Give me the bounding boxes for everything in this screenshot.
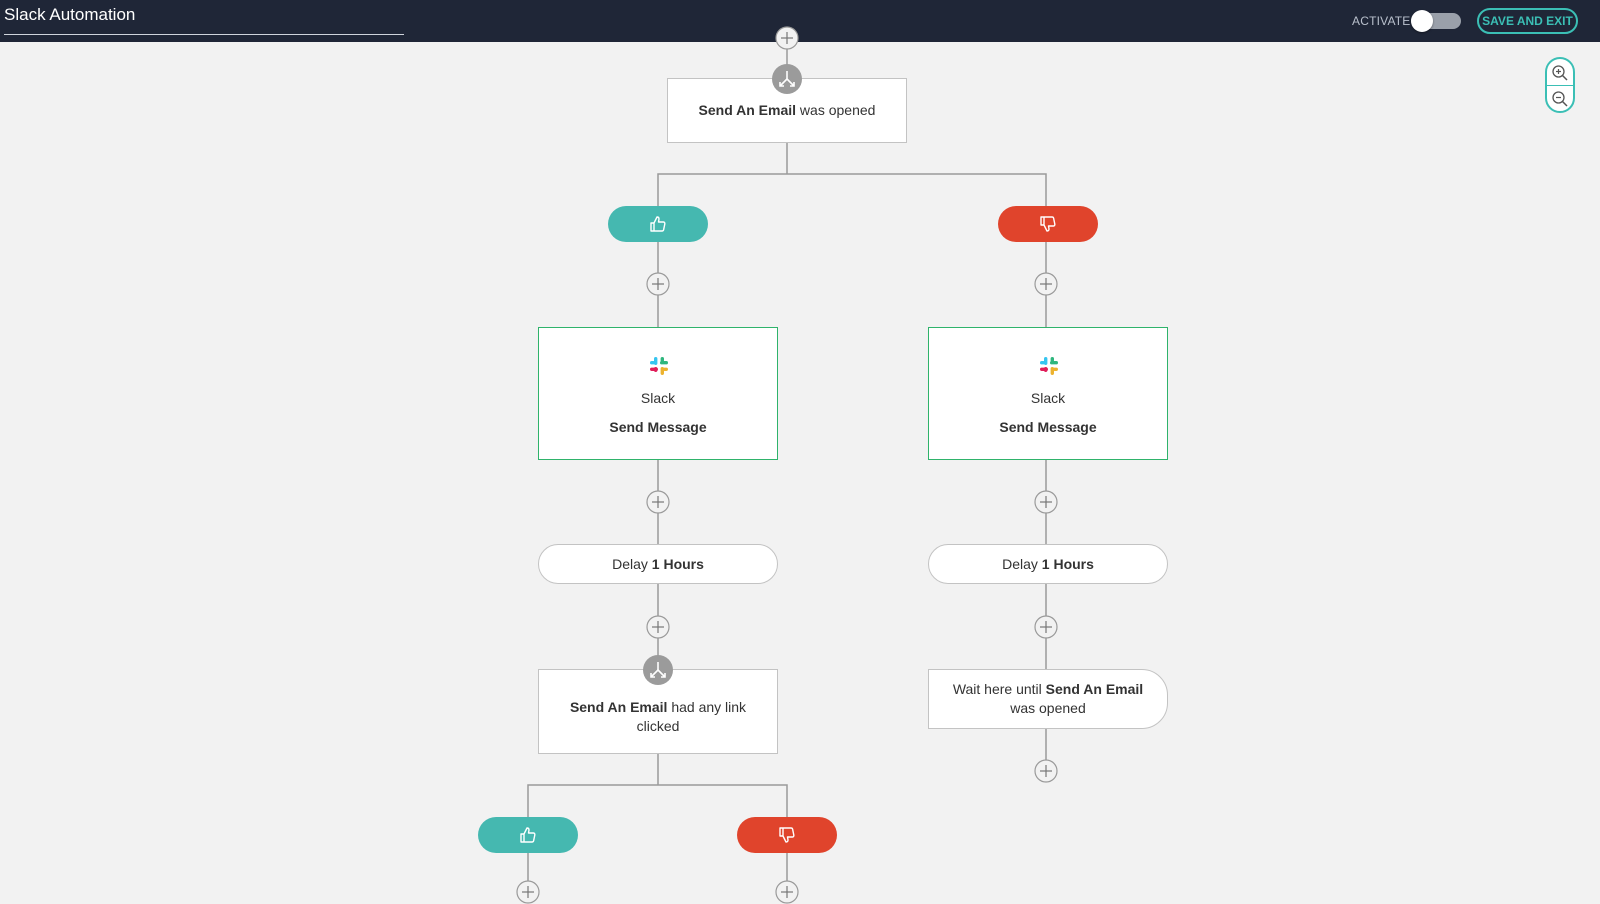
delay-step-right[interactable]: Delay 1 Hours [928, 544, 1168, 584]
thumbs-down-icon [1040, 216, 1056, 232]
add-step-button[interactable] [516, 880, 540, 904]
split-icon [643, 655, 673, 685]
add-step-button[interactable] [646, 615, 670, 639]
add-step-button[interactable] [1034, 490, 1058, 514]
add-step-button[interactable] [1034, 759, 1058, 783]
delay-text: Delay 1 Hours [612, 556, 704, 572]
add-step-button[interactable] [1034, 272, 1058, 296]
no-branch-button[interactable] [737, 817, 837, 853]
yes-branch-button[interactable] [608, 206, 708, 242]
condition-text: Send An Email was opened [698, 102, 876, 118]
add-step-button[interactable] [1034, 615, 1058, 639]
condition-text: Send An Email had any link clicked [569, 698, 747, 734]
yes-branch-button[interactable] [478, 817, 578, 853]
add-step-button[interactable] [775, 880, 799, 904]
slack-action-card-left[interactable]: Slack Send Message [538, 327, 778, 460]
action-name: Send Message [609, 419, 707, 435]
slack-action-card-right[interactable]: Slack Send Message [928, 327, 1168, 460]
split-icon [772, 64, 802, 94]
thumbs-up-icon [520, 827, 536, 843]
delay-text: Delay 1 Hours [1002, 556, 1094, 572]
no-branch-button[interactable] [998, 206, 1098, 242]
wait-text: Wait here until Send An Email was opened [952, 681, 1144, 716]
action-app-name: Slack [1030, 390, 1066, 406]
slack-icon [650, 357, 668, 375]
add-step-button[interactable] [646, 272, 670, 296]
action-app-name: Slack [640, 390, 676, 406]
delay-step-left[interactable]: Delay 1 Hours [538, 544, 778, 584]
thumbs-down-icon [779, 827, 795, 843]
add-step-button[interactable] [646, 490, 670, 514]
action-name: Send Message [999, 419, 1097, 435]
slack-icon [1040, 357, 1058, 375]
add-step-button[interactable] [775, 26, 799, 50]
wait-until-step[interactable]: Wait here until Send An Email was opened [928, 669, 1168, 729]
thumbs-up-icon [650, 216, 666, 232]
